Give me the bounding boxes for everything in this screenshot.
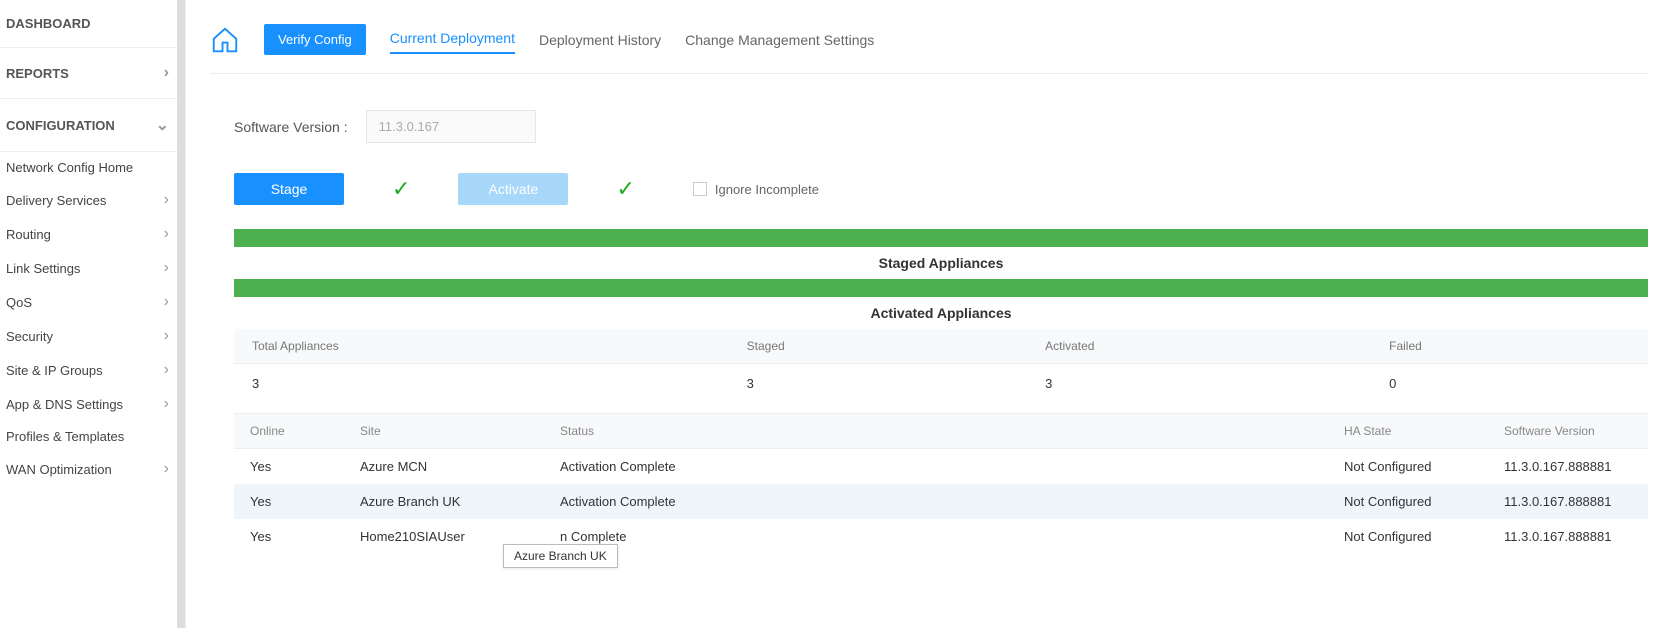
nav-label: Delivery Services — [6, 193, 106, 208]
appliances-table: Online Site Status HA State Software Ver… — [234, 413, 1648, 554]
software-version-label: Software Version : — [234, 119, 348, 135]
sidebar-item-site-ip-groups[interactable]: Site & IP Groups › — [0, 353, 185, 387]
summary-header: Staged — [729, 329, 1027, 364]
sidebar-item-configuration[interactable]: CONFIGURATION ⌄ — [0, 99, 185, 152]
chevron-right-icon: › — [164, 259, 169, 277]
sidebar-item-dashboard[interactable]: DASHBOARD — [0, 0, 185, 48]
tab-bar: Verify Config Current Deployment Deploym… — [210, 24, 1648, 74]
nav-label: Routing — [6, 227, 51, 242]
sidebar-item-reports[interactable]: REPORTS › — [0, 48, 185, 99]
table-cell: 11.3.0.167.888881 — [1488, 449, 1648, 485]
checkbox-label: Ignore Incomplete — [715, 182, 819, 197]
sidebar-item-app-dns-settings[interactable]: App & DNS Settings › — [0, 387, 185, 421]
nav-label: CONFIGURATION — [6, 118, 115, 133]
table-cell: Azure MCN — [344, 449, 544, 485]
table-cell: Azure Branch UK — [344, 484, 544, 519]
nav-label: App & DNS Settings — [6, 397, 123, 412]
summary-header: Activated — [1027, 329, 1371, 364]
sidebar-item-wan-optimization[interactable]: WAN Optimization › — [0, 452, 185, 486]
site-tooltip: Azure Branch UK — [503, 544, 618, 568]
content-area: Software Version : Stage ✓ Activate ✓ Ig… — [210, 74, 1648, 554]
table-cell: Not Configured — [1328, 519, 1488, 554]
action-row: Stage ✓ Activate ✓ Ignore Incomplete — [234, 173, 1648, 205]
sidebar-item-routing[interactable]: Routing › — [0, 217, 185, 251]
sidebar: DASHBOARD REPORTS › CONFIGURATION ⌄ Netw… — [0, 0, 186, 628]
table-header-online[interactable]: Online — [234, 414, 344, 449]
chevron-down-icon: ⌄ — [156, 115, 169, 135]
nav-label: Site & IP Groups — [6, 363, 103, 378]
summary-value: 3 — [729, 364, 1027, 404]
software-version-row: Software Version : — [234, 110, 1648, 143]
table-row[interactable]: YesAzure MCNActivation CompleteNot Confi… — [234, 449, 1648, 485]
verify-config-button[interactable]: Verify Config — [264, 24, 366, 55]
tab-deployment-history[interactable]: Deployment History — [539, 28, 661, 52]
table-cell: Activation Complete — [544, 484, 1328, 519]
home-icon[interactable] — [210, 25, 240, 55]
activate-button[interactable]: Activate — [458, 173, 568, 205]
table-row[interactable]: YesHome210SIAUsern CompleteNot Configure… — [234, 519, 1648, 554]
table-cell: Activation Complete — [544, 449, 1328, 485]
chevron-right-icon: › — [164, 64, 169, 82]
chevron-right-icon: › — [164, 460, 169, 478]
chevron-right-icon: › — [164, 361, 169, 379]
nav-label: REPORTS — [6, 66, 69, 81]
nav-label: Network Config Home — [6, 160, 133, 175]
summary-header: Total Appliances — [234, 329, 729, 364]
chevron-right-icon: › — [164, 327, 169, 345]
summary-value: 3 — [1027, 364, 1371, 404]
sidebar-item-network-config-home[interactable]: Network Config Home — [0, 152, 185, 183]
summary-header: Failed — [1371, 329, 1648, 364]
nav-label: Link Settings — [6, 261, 80, 276]
table-cell: Not Configured — [1328, 449, 1488, 485]
table-header-site[interactable]: Site — [344, 414, 544, 449]
summary-value: 3 — [234, 364, 729, 404]
tab-current-deployment[interactable]: Current Deployment — [390, 26, 515, 54]
table-cell: Not Configured — [1328, 484, 1488, 519]
chevron-right-icon: › — [164, 293, 169, 311]
summary-table: Total Appliances Staged Activated Failed… — [234, 329, 1648, 403]
ignore-incomplete-checkbox[interactable]: Ignore Incomplete — [693, 182, 819, 197]
sidebar-item-qos[interactable]: QoS › — [0, 285, 185, 319]
staged-appliances-title: Staged Appliances — [234, 247, 1648, 279]
nav-label: Security — [6, 329, 53, 344]
nav-label: WAN Optimization — [6, 462, 112, 477]
progress-bar-activated — [234, 279, 1648, 297]
tab-change-management[interactable]: Change Management Settings — [685, 28, 874, 52]
chevron-right-icon: › — [164, 191, 169, 209]
nav-label: QoS — [6, 295, 32, 310]
summary-value: 0 — [1371, 364, 1648, 404]
software-version-input[interactable] — [366, 110, 536, 143]
check-icon: ✓ — [616, 176, 634, 202]
main-content: Verify Config Current Deployment Deploym… — [186, 0, 1672, 628]
checkbox-icon — [693, 182, 707, 196]
table-cell: n Complete — [544, 519, 1328, 554]
sidebar-item-security[interactable]: Security › — [0, 319, 185, 353]
table-cell: 11.3.0.167.888881 — [1488, 484, 1648, 519]
activated-appliances-title: Activated Appliances — [234, 297, 1648, 329]
sidebar-item-profiles-templates[interactable]: Profiles & Templates — [0, 421, 185, 452]
sidebar-item-link-settings[interactable]: Link Settings › — [0, 251, 185, 285]
chevron-right-icon: › — [164, 395, 169, 413]
stage-button[interactable]: Stage — [234, 173, 344, 205]
table-header-ha-state[interactable]: HA State — [1328, 414, 1488, 449]
chevron-right-icon: › — [164, 225, 169, 243]
progress-bar-staged — [234, 229, 1648, 247]
table-row[interactable]: YesAzure Branch UKActivation CompleteNot… — [234, 484, 1648, 519]
table-header-status[interactable]: Status — [544, 414, 1328, 449]
table-cell: 11.3.0.167.888881 — [1488, 519, 1648, 554]
table-cell: Yes — [234, 519, 344, 554]
nav-label: DASHBOARD — [6, 16, 91, 31]
sidebar-item-delivery-services[interactable]: Delivery Services › — [0, 183, 185, 217]
table-cell: Yes — [234, 484, 344, 519]
nav-label: Profiles & Templates — [6, 429, 124, 444]
table-cell: Yes — [234, 449, 344, 485]
table-header-software-version[interactable]: Software Version — [1488, 414, 1648, 449]
check-icon: ✓ — [392, 176, 410, 202]
